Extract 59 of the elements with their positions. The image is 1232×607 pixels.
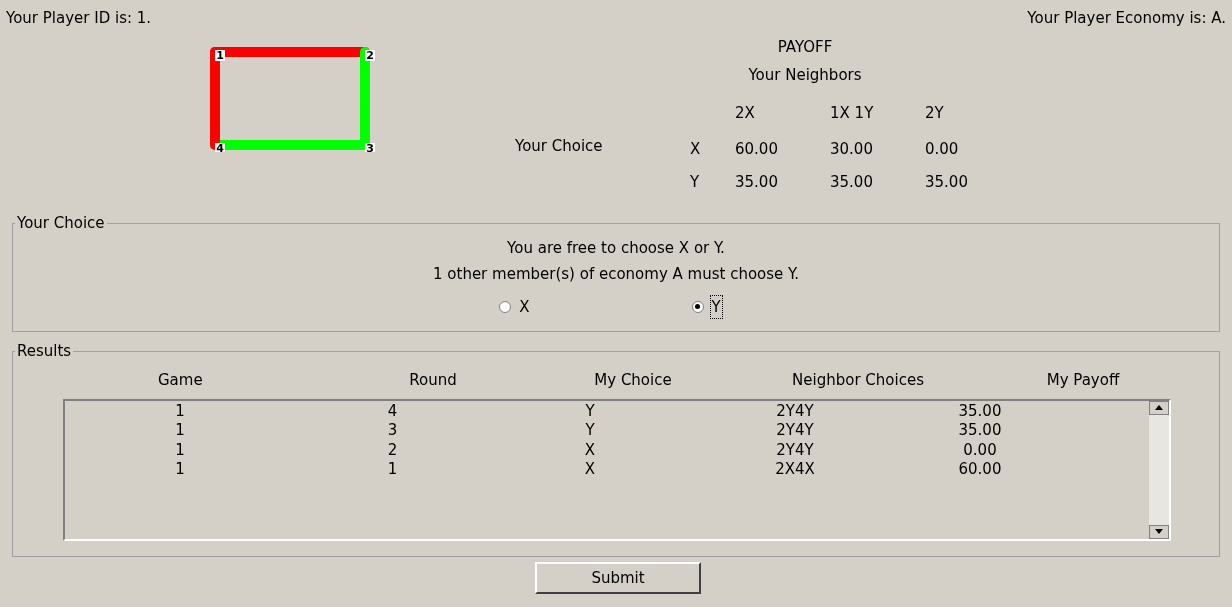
table-cell-text: 1 [174, 440, 186, 460]
neighbors-heading: Your Neighbors [748, 65, 862, 86]
table-cell-text: 0.00 [962, 440, 998, 460]
scroll-down-icon[interactable] [1149, 524, 1169, 539]
column-heading: 2Y [925, 102, 945, 124]
table-cell-text: 2Y4Y [775, 421, 815, 441]
table-cell-text: 2Y4Y [775, 440, 815, 460]
node-label: 2 [365, 49, 375, 62]
payoff-value: 0.00 [925, 138, 960, 160]
table-cell-text: 1 [386, 460, 399, 480]
table-cell-text: 1 [174, 460, 186, 480]
scroll-up-icon[interactable] [1149, 400, 1169, 415]
column-heading: Round [408, 370, 458, 392]
table-cell-text: X [583, 440, 597, 460]
table-cell-text: 60.00 [957, 460, 1003, 480]
row-label: X [690, 138, 702, 160]
table-cell-text: 2 [386, 440, 399, 460]
results-row[interactable]: 1 1 X 2X4X 60.00 [65, 460, 1149, 480]
table-cell-text: Y [584, 421, 596, 441]
column-heading: My Payoff [1045, 370, 1121, 392]
economy-label: Your Player Economy is: A. [1027, 7, 1226, 29]
player-id-label: Your Player ID is: 1. [6, 7, 152, 29]
payoff-value: 60.00 [735, 138, 779, 160]
payoff-value: 30.00 [830, 138, 874, 160]
column-heading: 1X 1Y [830, 102, 875, 124]
column-heading: Game [157, 370, 204, 392]
table-cell-text: 2Y4Y [775, 401, 815, 421]
instruction-text: You are free to choose X or Y. [507, 237, 725, 259]
instruction-text: 1 other member(s) of economy A must choose Y. [433, 263, 799, 285]
table-cell-text: 35.00 [957, 401, 1003, 421]
submit-button[interactable]: Submit [535, 562, 701, 594]
row-label: Y [690, 171, 701, 193]
payoff-value: 35.00 [925, 171, 969, 193]
column-heading: Neighbor Choices [791, 370, 925, 392]
node-label: 3 [365, 142, 375, 152]
table-cell-text: X [583, 460, 597, 480]
table-cell-text: 1 [174, 401, 186, 421]
choice-legend: Your Choice [15, 212, 107, 235]
results-row[interactable]: 1 4 Y 2Y4Y 35.00 [65, 401, 1149, 421]
table-cell-text: 2X4X [774, 460, 816, 480]
choice-radio[interactable]: X [499, 294, 532, 319]
node-label: 4 [215, 142, 225, 152]
scrollbar[interactable] [1149, 400, 1169, 539]
results-row[interactable]: 1 2 X 2Y4Y 0.00 [65, 440, 1149, 460]
table-cell-text: 35.00 [957, 421, 1003, 441]
table-cell-text: 4 [386, 401, 399, 421]
table-cell-text: 3 [386, 421, 399, 441]
column-heading: My Choice [593, 370, 673, 392]
node-label: 1 [215, 49, 225, 62]
table-cell-text: Y [584, 401, 596, 421]
results-row[interactable]: 1 3 Y 2Y4Y 35.00 [65, 421, 1149, 441]
payoff-value: 35.00 [830, 171, 874, 193]
results-legend: Results [15, 340, 74, 363]
table-cell-text: 1 [174, 421, 186, 441]
column-heading: 2X [735, 102, 756, 124]
payoff-value: 35.00 [735, 171, 779, 193]
payoff-title: PAYOFF [777, 37, 833, 58]
choice-heading: Your Choice [515, 135, 603, 157]
choice-radio[interactable]: Y [691, 294, 723, 319]
